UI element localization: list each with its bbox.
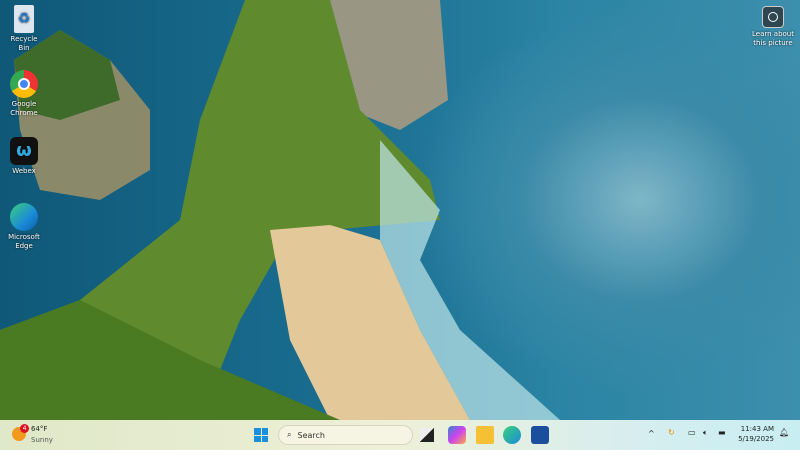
taskbar: 4 64°F Sunny ⌕ Search ^ ↻ ▭ 🔈︎ ▬ 11:43 AM…	[0, 420, 800, 450]
weather-temp[interactable]: 64°F	[31, 425, 47, 433]
battery-icon[interactable]: ▬	[718, 428, 726, 437]
file-explorer-icon[interactable]	[476, 426, 494, 444]
learn-about-picture[interactable]: Learn about this picture	[750, 6, 796, 48]
desktop-icon-edge[interactable]: Microsoft Edge	[4, 203, 44, 251]
webex-icon: ω	[10, 137, 38, 165]
copilot-icon[interactable]	[448, 426, 466, 444]
start-icon[interactable]	[252, 426, 270, 444]
show-hidden-icons-chevron-icon[interactable]: ^	[648, 429, 655, 438]
task-view-icon[interactable]	[420, 428, 434, 442]
store-icon[interactable]	[531, 426, 549, 444]
search-icon: ⌕	[287, 430, 292, 439]
clock-time[interactable]: 11:43 AM	[738, 425, 774, 433]
network-icon[interactable]: ▭	[688, 428, 696, 437]
clock-date[interactable]: 5/19/2025	[738, 435, 774, 443]
desktop-wallpaper	[0, 0, 800, 420]
notifications-icon[interactable]: 🔔︎	[779, 428, 789, 437]
edge-taskbar-icon[interactable]	[503, 426, 521, 444]
desktop-icon-chrome[interactable]: Google Chrome	[4, 70, 44, 118]
volume-icon[interactable]: 🔈︎	[703, 428, 708, 438]
wallpaper-landscape	[0, 0, 560, 420]
weather-condition: Sunny	[31, 436, 53, 444]
chrome-icon	[10, 70, 38, 98]
desktop-icon-recycle-bin[interactable]: ♻ Recycle Bin	[4, 5, 44, 53]
camera-icon	[762, 6, 784, 28]
edge-icon	[10, 203, 38, 231]
weather-badge: 4	[20, 424, 29, 433]
update-icon[interactable]: ↻	[668, 428, 675, 437]
search-box[interactable]: ⌕ Search	[278, 425, 413, 445]
recycle-bin-icon: ♻	[14, 5, 34, 33]
desktop-icon-webex[interactable]: ω Webex	[4, 137, 44, 176]
